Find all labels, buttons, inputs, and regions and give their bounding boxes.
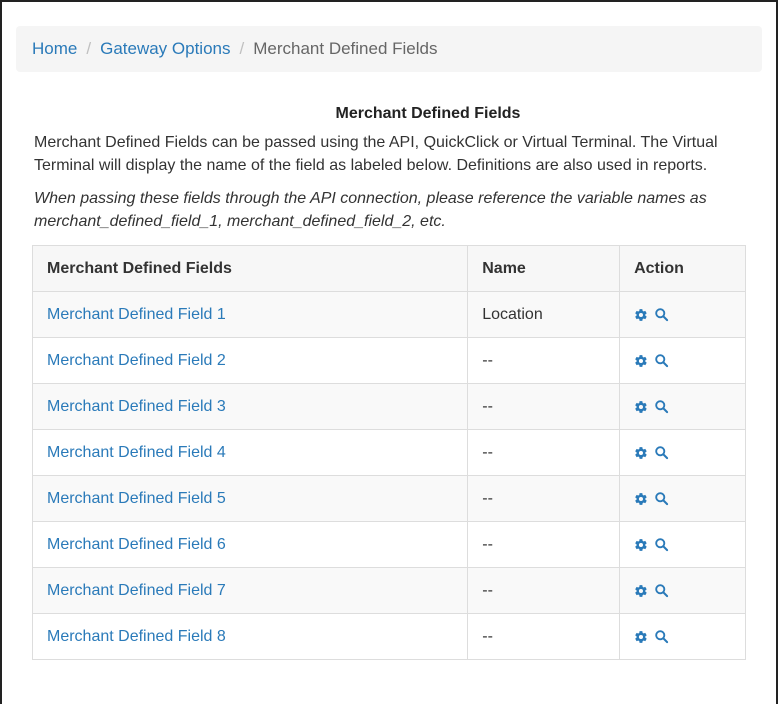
action-buttons bbox=[634, 583, 731, 598]
action-cell bbox=[619, 337, 746, 384]
field-link[interactable]: Merchant Defined Field 7 bbox=[47, 582, 226, 599]
field-link[interactable]: Merchant Defined Field 5 bbox=[47, 490, 226, 507]
search-icon[interactable] bbox=[654, 629, 669, 644]
action-buttons bbox=[634, 491, 731, 506]
field-cell: Merchant Defined Field 8 bbox=[31, 613, 469, 660]
field-link[interactable]: Merchant Defined Field 1 bbox=[47, 306, 226, 323]
action-cell bbox=[619, 475, 746, 522]
field-link[interactable]: Merchant Defined Field 4 bbox=[47, 444, 226, 461]
field-name-cell: -- bbox=[467, 337, 621, 384]
action-buttons bbox=[634, 537, 731, 552]
field-name-cell: Location bbox=[467, 291, 621, 338]
field-link[interactable]: Merchant Defined Field 3 bbox=[47, 398, 226, 415]
field-link[interactable]: Merchant Defined Field 8 bbox=[47, 628, 226, 645]
table-row: Merchant Defined Field 5 -- bbox=[31, 475, 746, 522]
table-row: Merchant Defined Field 3 -- bbox=[31, 383, 746, 430]
field-cell: Merchant Defined Field 2 bbox=[31, 337, 469, 384]
field-cell: Merchant Defined Field 7 bbox=[31, 567, 469, 614]
action-cell bbox=[619, 613, 746, 660]
action-cell bbox=[619, 291, 746, 338]
search-icon[interactable] bbox=[654, 353, 669, 368]
search-icon[interactable] bbox=[654, 445, 669, 460]
action-buttons bbox=[634, 399, 731, 414]
action-cell bbox=[619, 521, 746, 568]
action-buttons bbox=[634, 445, 731, 460]
gear-icon[interactable] bbox=[634, 446, 648, 460]
search-icon[interactable] bbox=[654, 537, 669, 552]
panel-note: When passing these fields through the AP… bbox=[34, 190, 707, 230]
gear-icon[interactable] bbox=[634, 630, 648, 644]
search-icon[interactable] bbox=[654, 399, 669, 414]
field-cell: Merchant Defined Field 6 bbox=[31, 521, 469, 568]
action-cell bbox=[619, 429, 746, 476]
gear-icon[interactable] bbox=[634, 354, 648, 368]
column-header-name: Name bbox=[467, 245, 621, 292]
field-cell: Merchant Defined Field 5 bbox=[31, 475, 469, 522]
column-header-field: Merchant Defined Fields bbox=[31, 245, 469, 292]
panel-title: Merchant Defined Fields bbox=[335, 105, 521, 122]
breadcrumb-separator: / bbox=[239, 39, 245, 58]
table-row: Merchant Defined Field 1 Location bbox=[31, 291, 746, 338]
gear-icon[interactable] bbox=[634, 584, 648, 598]
search-icon[interactable] bbox=[654, 491, 669, 506]
merchant-fields-table: Merchant Defined Fields Name Action Merc… bbox=[31, 245, 746, 660]
field-link[interactable]: Merchant Defined Field 2 bbox=[47, 352, 226, 369]
search-icon[interactable] bbox=[654, 307, 669, 322]
action-cell bbox=[619, 383, 746, 430]
column-header-action: Action bbox=[619, 245, 746, 292]
action-buttons bbox=[634, 353, 731, 368]
gear-icon[interactable] bbox=[634, 492, 648, 506]
action-cell bbox=[619, 567, 746, 614]
field-name-cell: -- bbox=[467, 383, 621, 430]
table-row: Merchant Defined Field 8 -- bbox=[31, 613, 746, 660]
panel-description: Merchant Defined Fields can be passed us… bbox=[34, 134, 718, 174]
gear-icon[interactable] bbox=[634, 400, 648, 414]
breadcrumb-gateway-options[interactable]: Gateway Options bbox=[100, 39, 230, 59]
field-name-cell: -- bbox=[467, 521, 621, 568]
field-name-cell: -- bbox=[467, 567, 621, 614]
action-buttons bbox=[634, 629, 731, 644]
gear-icon[interactable] bbox=[634, 308, 648, 322]
field-link[interactable]: Merchant Defined Field 6 bbox=[47, 536, 226, 553]
breadcrumb-home[interactable]: Home bbox=[32, 39, 77, 59]
field-name-cell: -- bbox=[467, 429, 621, 476]
action-buttons bbox=[634, 307, 731, 322]
field-name-cell: -- bbox=[467, 475, 621, 522]
breadcrumb-separator: / bbox=[86, 39, 92, 58]
search-icon[interactable] bbox=[654, 583, 669, 598]
field-name-cell: -- bbox=[467, 613, 621, 660]
table-row: Merchant Defined Field 2 -- bbox=[31, 337, 746, 384]
field-cell: Merchant Defined Field 1 bbox=[31, 291, 469, 338]
table-row: Merchant Defined Field 4 -- bbox=[31, 429, 746, 476]
table-row: Merchant Defined Field 6 -- bbox=[31, 521, 746, 568]
gear-icon[interactable] bbox=[634, 538, 648, 552]
breadcrumb: Home / Gateway Options / Merchant Define… bbox=[16, 26, 762, 72]
field-cell: Merchant Defined Field 4 bbox=[31, 429, 469, 476]
field-cell: Merchant Defined Field 3 bbox=[31, 383, 469, 430]
breadcrumb-current: Merchant Defined Fields bbox=[253, 39, 438, 58]
table-row: Merchant Defined Field 7 -- bbox=[31, 567, 746, 614]
table-header-row: Merchant Defined Fields Name Action bbox=[31, 245, 746, 292]
page-content: Home / Gateway Options / Merchant Define… bbox=[16, 26, 762, 660]
